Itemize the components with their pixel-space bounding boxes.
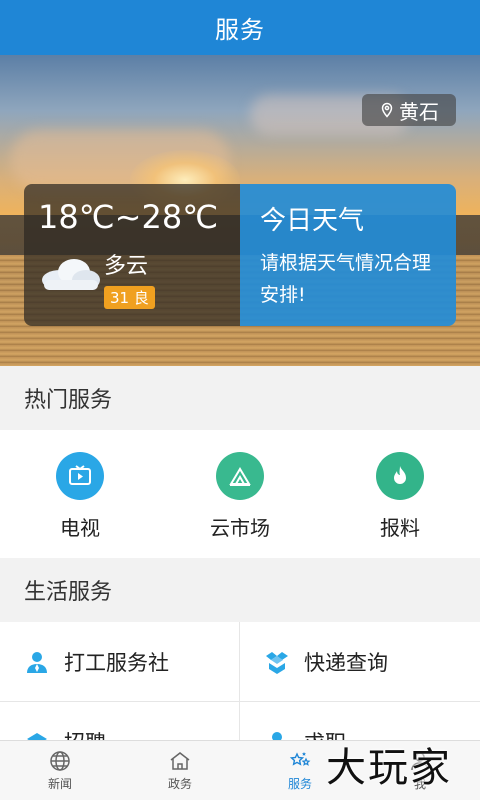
stars-icon xyxy=(289,752,311,766)
nav-government[interactable]: 政务 xyxy=(120,741,240,800)
hot-service-cloud-market[interactable]: 云市场 xyxy=(160,430,320,558)
life-services-grid: 打工服务社 快递查询 招聘 求职 xyxy=(0,622,480,740)
life-service-label: 打工服务社 xyxy=(64,650,169,675)
weather-card[interactable]: 18℃~28℃ 多云 31 良 今日天气 请根据天气情况合理安排! xyxy=(24,184,456,326)
weather-condition: 多云 xyxy=(104,254,149,279)
top-bar: 服务 xyxy=(0,0,480,55)
life-service-label: 快递查询 xyxy=(304,650,388,675)
recruit-icon xyxy=(27,732,47,740)
cloudy-icon xyxy=(42,259,100,290)
temperature-range: 18℃~28℃ xyxy=(38,198,219,236)
section-title: 热门服务 xyxy=(24,388,113,413)
life-service-recruit[interactable]: 招聘 xyxy=(0,702,240,740)
hot-service-label: 云市场 xyxy=(210,516,270,540)
nav-label: 政务 xyxy=(167,777,192,791)
weather-advice-title: 今日天气 xyxy=(260,206,365,236)
air-quality-badge: 31 良 xyxy=(104,286,155,309)
life-service-label: 招聘 xyxy=(64,727,106,741)
hot-services-row: 电视 云市场 报料 xyxy=(0,430,480,558)
weather-advice-text: 请根据天气情况合理安排! xyxy=(260,252,432,306)
worker-icon xyxy=(27,651,47,673)
jobseeker-icon xyxy=(272,731,282,740)
package-icon xyxy=(266,651,288,674)
weather-summary: 18℃~28℃ 多云 31 良 xyxy=(24,184,240,326)
hot-service-label: 电视 xyxy=(60,516,100,540)
nav-label: 服务 xyxy=(287,777,312,791)
page-title: 服务 xyxy=(215,16,265,44)
tv-icon xyxy=(56,452,104,500)
cloud-market-icon xyxy=(216,452,264,500)
location-pin-icon xyxy=(381,102,393,118)
weather-advice: 今日天气 请根据天气情况合理安排! xyxy=(240,184,456,326)
hot-service-label: 报料 xyxy=(380,516,420,540)
building-icon xyxy=(170,752,190,770)
globe-icon xyxy=(50,751,70,771)
fire-icon xyxy=(376,452,424,500)
hot-service-tv[interactable]: 电视 xyxy=(0,430,160,558)
hot-service-report[interactable]: 报料 xyxy=(320,430,480,558)
life-services-heading: 生活服务 xyxy=(0,558,480,622)
life-service-worker[interactable]: 打工服务社 xyxy=(0,622,240,702)
nav-news[interactable]: 新闻 xyxy=(0,741,120,800)
hot-services-heading: 热门服务 xyxy=(0,366,480,430)
nav-label: 新闻 xyxy=(47,777,72,791)
watermark: 大玩家 xyxy=(326,745,452,791)
location-selector[interactable]: 黄石 xyxy=(362,94,456,126)
life-service-express[interactable]: 快递查询 xyxy=(240,622,480,702)
section-title: 生活服务 xyxy=(24,580,113,605)
location-name: 黄石 xyxy=(399,99,439,124)
